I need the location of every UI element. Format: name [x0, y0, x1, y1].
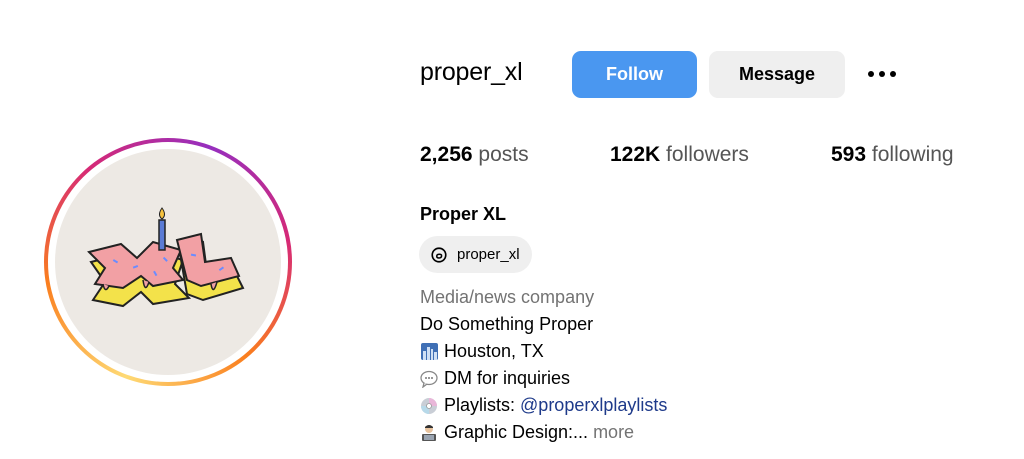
bio-design: Graphic Design:... more [420, 422, 634, 443]
bio-location: Houston, TX [420, 341, 544, 362]
design-text: Graphic Design:... [444, 422, 589, 442]
dot [890, 71, 896, 77]
disc-icon [420, 397, 438, 415]
location-text: Houston, TX [444, 341, 544, 361]
dot [868, 71, 874, 77]
following-stat[interactable]: 593 following [831, 143, 954, 167]
playlists-prefix: Playlists: [444, 395, 521, 415]
followers-label: followers [666, 143, 749, 166]
bio-tagline: Do Something Proper [420, 314, 593, 335]
followers-stat[interactable]: 122K followers [610, 143, 749, 167]
bio-playlists: Playlists: @properxlplaylists [420, 395, 667, 416]
category-label: Media/news company [420, 287, 594, 308]
followers-count: 122K [610, 143, 661, 166]
following-count: 593 [831, 143, 867, 166]
dm-text: DM for inquiries [444, 368, 571, 388]
playlists-link[interactable]: @properxlplaylists [520, 395, 667, 416]
threads-badge[interactable]: proper_xl [419, 236, 532, 273]
display-name: Proper XL [420, 204, 507, 224]
xl-cake-logo [87, 207, 245, 308]
message-button[interactable]: Message [709, 51, 845, 98]
posts-stat: 2,256 posts [420, 143, 529, 167]
speech-bubble-icon [420, 370, 438, 388]
posts-label: posts [478, 143, 529, 166]
threads-icon [429, 245, 449, 265]
avatar[interactable] [55, 149, 281, 375]
username: proper_xl [420, 58, 523, 86]
bio-dm: DM for inquiries [420, 368, 570, 389]
follow-button[interactable]: Follow [572, 51, 697, 98]
tagline-text: Do Something Proper [420, 314, 594, 334]
category-text: Media/news company [420, 287, 595, 307]
bio-more-link[interactable]: more [593, 422, 634, 443]
more-options-icon[interactable] [864, 60, 900, 88]
following-label: following [871, 143, 954, 166]
threads-handle: proper_xl [457, 246, 520, 263]
avatar-gap [48, 142, 288, 382]
dot [879, 71, 885, 77]
posts-count: 2,256 [420, 143, 473, 166]
profile-avatar-ring[interactable] [44, 138, 292, 386]
cityscape-icon [420, 343, 438, 361]
technologist-icon [420, 424, 438, 442]
